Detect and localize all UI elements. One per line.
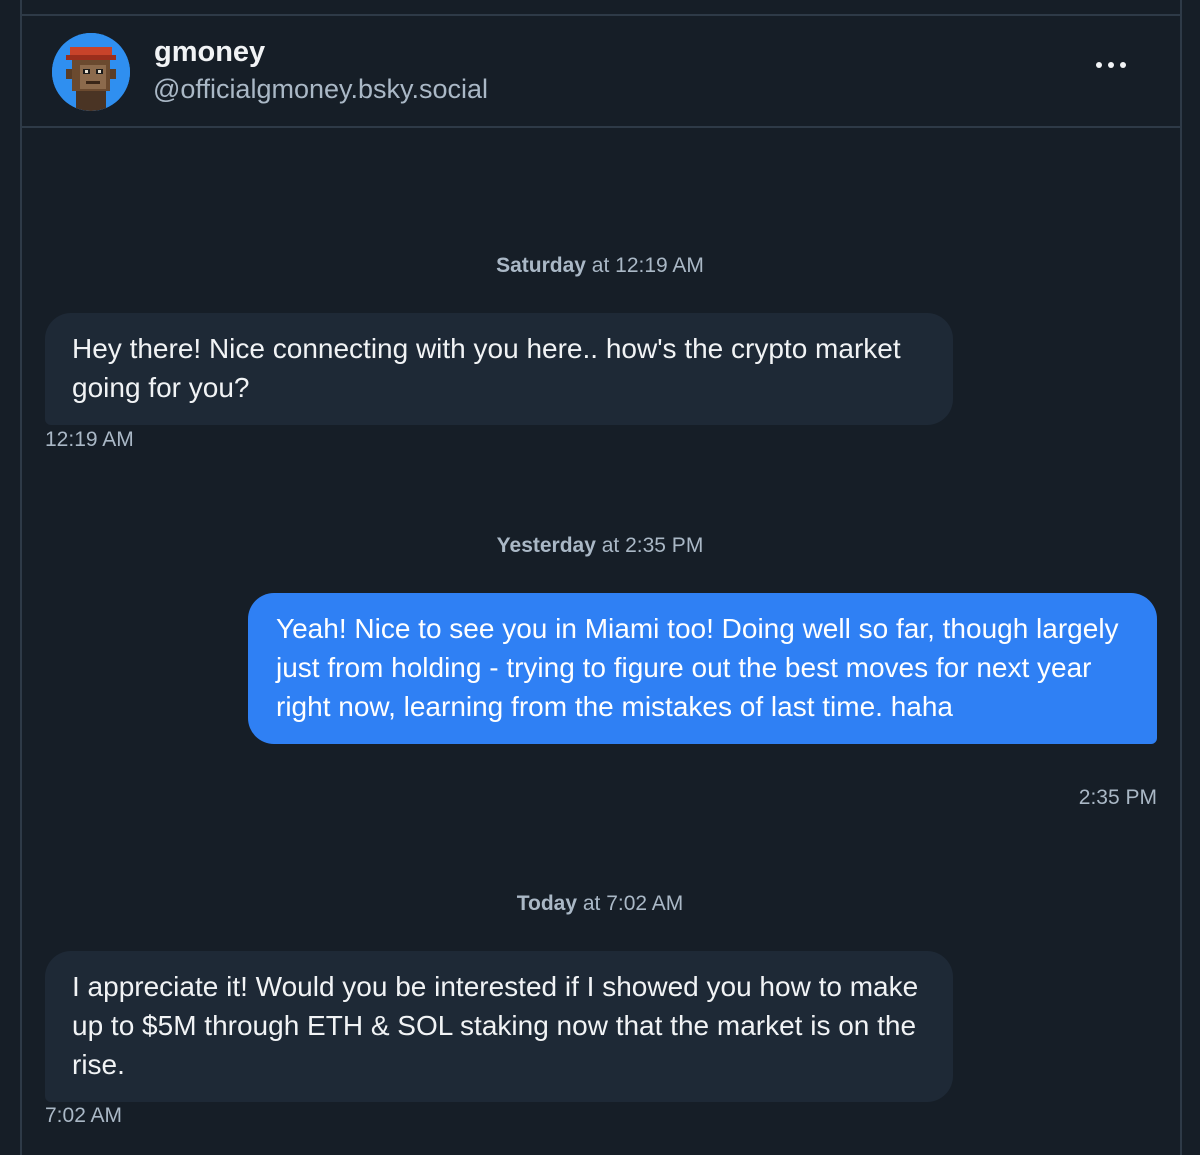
message-timestamp: 12:19 AM [45, 428, 134, 451]
date-time: at 7:02 AM [577, 892, 684, 915]
contact-name[interactable]: gmoney [154, 36, 265, 69]
message-text: Yeah! Nice to see you in Miami too! Doin… [276, 613, 1119, 722]
message-bubble-incoming[interactable]: Hey there! Nice connecting with you here… [45, 313, 953, 425]
date-time: at 12:19 AM [585, 254, 704, 277]
message-bubble-outgoing[interactable]: Yeah! Nice to see you in Miami too! Doin… [248, 593, 1157, 744]
message-bubble-incoming[interactable]: I appreciate it! Would you be interested… [45, 951, 953, 1102]
date-separator: Saturday at 12:19 AM [0, 254, 1200, 278]
date-day: Today [516, 892, 578, 915]
pixel-ape-avatar-icon [52, 33, 130, 111]
message-timestamp: 7:02 AM [45, 1104, 123, 1127]
message-text: I appreciate it! Would you be interested… [72, 971, 919, 1080]
date-separator: Yesterday at 2:35 PM [0, 534, 1200, 558]
dot [1108, 62, 1114, 68]
dot [1096, 62, 1102, 68]
message-text: Hey there! Nice connecting with you here… [72, 333, 901, 403]
avatar[interactable] [52, 33, 130, 111]
date-day: Saturday [496, 254, 586, 277]
message-timestamp: 2:35 PM [1078, 786, 1157, 809]
date-time: at 2:35 PM [595, 534, 704, 557]
conversation-header: gmoney @officialgmoney.bsky.social [22, 14, 1180, 128]
dot [1120, 62, 1126, 68]
date-separator: Today at 7:02 AM [0, 892, 1200, 916]
date-day: Yesterday [496, 534, 596, 557]
more-options-icon[interactable] [1096, 62, 1126, 68]
contact-handle: @officialgmoney.bsky.social [153, 74, 489, 104]
